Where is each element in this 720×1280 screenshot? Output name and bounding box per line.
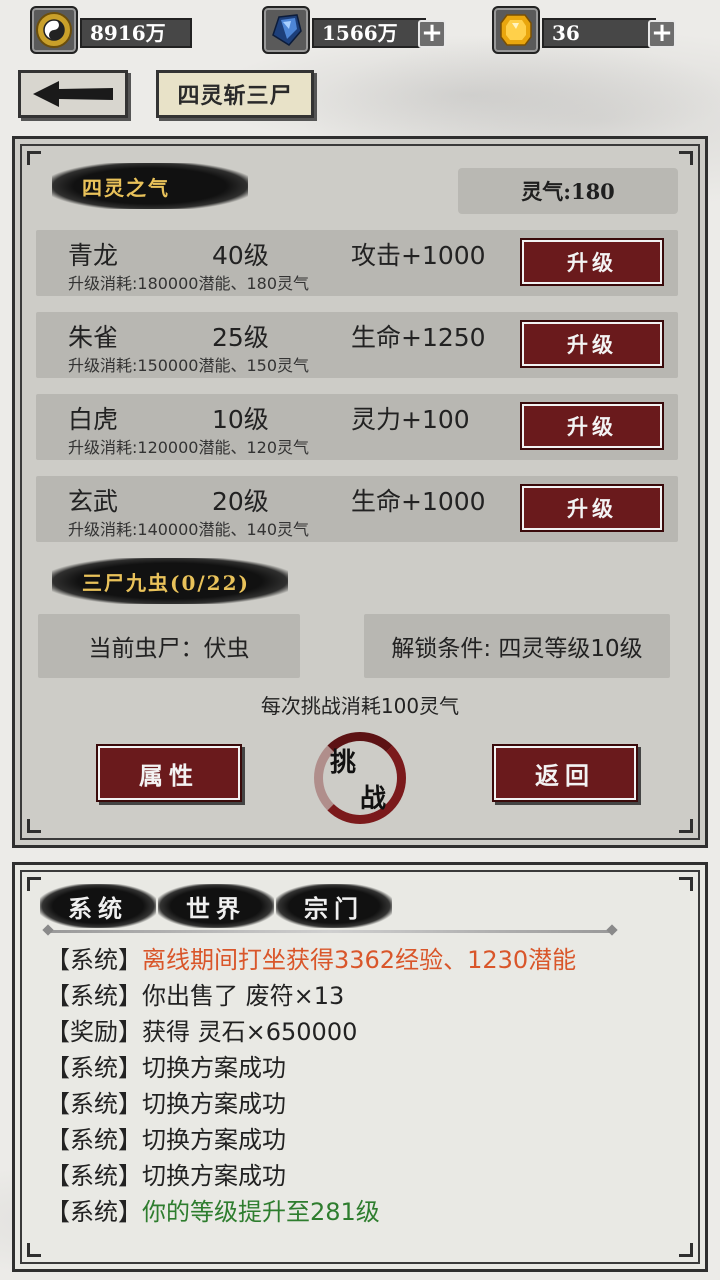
spirit-name: 朱雀	[68, 323, 119, 352]
spirit-level: 40级	[212, 241, 269, 270]
chat-message: 【系统】你出售了 废符×13	[46, 976, 344, 1011]
panel-corner-ornament	[673, 871, 699, 897]
tab-world[interactable]: 世界	[158, 884, 274, 928]
spirit-upgrade-cost: 升级消耗:120000潜能、120灵气	[68, 438, 310, 457]
attributes-button[interactable]: 属性	[98, 746, 240, 800]
left-arrow-icon	[33, 81, 113, 107]
spirit-name: 白虎	[68, 405, 119, 434]
spirit-row-zhuque: 朱雀 25级 生命+1250 升级消耗:150000潜能、150灵气 升级	[36, 312, 678, 378]
tab-sect[interactable]: 宗门	[276, 884, 392, 928]
message-tag: 【奖励】	[46, 1018, 142, 1046]
upgrade-button-qinglong[interactable]: 升级	[522, 240, 662, 284]
message-tag: 【系统】	[46, 1054, 142, 1082]
spirit-effect: 灵力+100	[351, 405, 470, 434]
message-tag: 【系统】	[46, 1162, 142, 1190]
gem-amount: 36	[542, 18, 656, 48]
challenge-label-2: 战	[360, 784, 387, 814]
lingqi-display: 灵气:180	[458, 168, 678, 214]
spirit-upgrade-cost: 升级消耗:150000潜能、150灵气	[68, 356, 310, 375]
crystal-amount: 1566万	[312, 18, 426, 48]
message-tag: 【系统】	[46, 1198, 142, 1226]
message-text: 切换方案成功	[142, 1162, 286, 1190]
upgrade-button-xuanwu[interactable]: 升级	[522, 486, 662, 530]
chat-divider	[48, 930, 612, 933]
blue-crystal-icon	[262, 6, 310, 54]
add-crystal-button[interactable]: +	[418, 20, 446, 48]
chat-message: 【系统】离线期间打坐获得3362经验、1230潜能	[46, 940, 576, 975]
challenge-cost-text: 每次挑战消耗100灵气	[260, 694, 460, 718]
message-tag: 【系统】	[46, 1126, 142, 1154]
panel-corner-ornament	[673, 1237, 699, 1263]
spirit-level: 10级	[212, 405, 269, 434]
panel-corner-ornament	[673, 813, 699, 839]
yin-yang-coin-icon	[30, 6, 78, 54]
back-button[interactable]	[18, 70, 128, 118]
return-button[interactable]: 返回	[494, 746, 636, 800]
upgrade-button-zhuque[interactable]: 升级	[522, 322, 662, 366]
spirit-effect: 攻击+1000	[351, 241, 486, 270]
chat-message: 【系统】你的等级提升至281级	[46, 1192, 380, 1227]
message-text: 你的等级提升至281级	[142, 1198, 380, 1226]
crystal-resource: 1566万 +	[262, 6, 452, 54]
spirit-row-baihu: 白虎 10级 灵力+100 升级消耗:120000潜能、120灵气 升级	[36, 394, 678, 460]
panel-corner-ornament	[21, 1237, 47, 1263]
spirit-effect: 生命+1250	[351, 323, 486, 352]
challenge-label-1: 挑	[330, 748, 357, 778]
message-tag: 【系统】	[46, 982, 142, 1010]
page-title: 四灵斩三尸	[156, 70, 314, 118]
spirit-name: 青龙	[68, 241, 119, 270]
message-tag: 【系统】	[46, 1090, 142, 1118]
spirit-name: 玄武	[68, 487, 119, 516]
spirit-row-xuanwu: 玄武 20级 生命+1000 升级消耗:140000潜能、140灵气 升级	[36, 476, 678, 542]
spirit-level: 25级	[212, 323, 269, 352]
spirit-upgrade-cost: 升级消耗:180000潜能、180灵气	[68, 274, 310, 293]
unlock-condition-info: 解锁条件: 四灵等级10级	[364, 614, 670, 678]
chat-message: 【系统】切换方案成功	[46, 1156, 286, 1191]
current-corpse-info: 当前虫尸：伏虫	[38, 614, 300, 678]
panel-corner-ornament	[673, 145, 699, 171]
coin-resource: 8916万	[30, 6, 192, 54]
spirit-effect: 生命+1000	[351, 487, 486, 516]
chat-message: 【奖励】获得 灵石×650000	[46, 1012, 357, 1047]
chat-message: 【系统】切换方案成功	[46, 1084, 286, 1119]
four-spirits-banner: 四灵之气	[52, 163, 248, 209]
panel-corner-ornament	[21, 813, 47, 839]
panel-corner-ornament	[21, 145, 47, 171]
chat-message: 【系统】切换方案成功	[46, 1048, 286, 1083]
three-corpses-banner: 三尸九虫(0/22)	[52, 558, 288, 604]
chat-message: 【系统】切换方案成功	[46, 1120, 286, 1155]
challenge-button[interactable]: 挑 战	[308, 726, 412, 826]
add-gem-button[interactable]: +	[648, 20, 676, 48]
message-text: 切换方案成功	[142, 1090, 286, 1118]
coin-amount: 8916万	[80, 18, 192, 48]
message-tag: 【系统】	[46, 946, 142, 974]
tab-system[interactable]: 系统	[40, 884, 156, 928]
message-text: 获得 灵石×650000	[142, 1018, 358, 1046]
message-text: 切换方案成功	[142, 1054, 286, 1082]
message-text: 离线期间打坐获得3362经验、1230潜能	[142, 946, 577, 974]
spirit-level: 20级	[212, 487, 269, 516]
spirit-row-qinglong: 青龙 40级 攻击+1000 升级消耗:180000潜能、180灵气 升级	[36, 230, 678, 296]
gem-resource: 36 +	[492, 6, 682, 54]
message-text: 切换方案成功	[142, 1126, 286, 1154]
message-text: 你出售了 废符×13	[142, 982, 345, 1010]
gold-gem-icon	[492, 6, 540, 54]
spirit-upgrade-cost: 升级消耗:140000潜能、140灵气	[68, 520, 310, 539]
upgrade-button-baihu[interactable]: 升级	[522, 404, 662, 448]
